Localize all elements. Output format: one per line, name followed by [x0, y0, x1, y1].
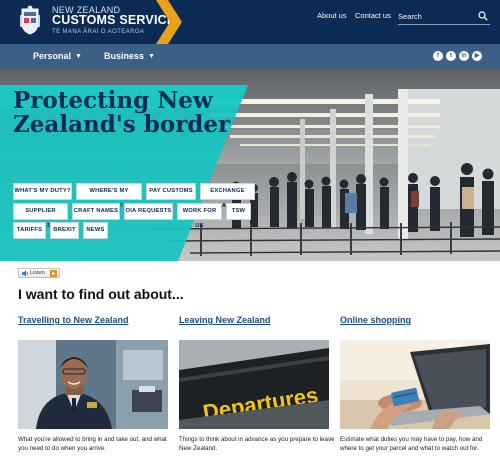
quick-link-oia-requests[interactable]: OIA REQUESTS	[124, 203, 173, 220]
quick-link-supplier-codes[interactable]: SUPPLIER CODES	[13, 203, 68, 229]
chevron-down-icon: ▼	[148, 53, 155, 60]
nz-coat-of-arms-logo[interactable]	[18, 5, 42, 35]
quick-link-craft-names[interactable]: CRAFT NAMES	[72, 203, 120, 220]
site-header: NEW ZEALAND CUSTOMS SERVICE TE MANA ĀRAI…	[0, 0, 500, 44]
search-box[interactable]	[398, 9, 490, 25]
facebook-icon[interactable]: f	[433, 51, 443, 61]
card-description-travelling: What you're allowed to bring in and take…	[18, 436, 167, 452]
card-image-customs-officer[interactable]	[18, 340, 168, 429]
nav-business-label: Business	[104, 51, 145, 61]
listen-label: Listen	[30, 270, 45, 276]
main-nav: Personal ▼ Business ▼	[0, 44, 500, 69]
chevron-graphic	[156, 0, 182, 44]
chevron-down-icon: ▼	[75, 53, 82, 60]
about-us-link[interactable]: About us	[317, 11, 347, 20]
card-image-online-shopping[interactable]	[340, 340, 490, 429]
nav-personal[interactable]: Personal ▼	[33, 51, 82, 61]
nav-business[interactable]: Business ▼	[104, 51, 155, 61]
search-input[interactable]	[398, 9, 474, 23]
card-description-online-shopping: Estimate what duties you may have to pay…	[340, 436, 483, 452]
hero-banner: Protecting New Zealand's border WHAT'S M…	[0, 69, 500, 261]
play-icon	[50, 270, 57, 277]
search-icon[interactable]	[478, 11, 488, 21]
section-heading: I want to find out about...	[18, 286, 184, 302]
quick-link-tariffs[interactable]: TARIFFS	[13, 222, 46, 239]
quick-link-pay-customs[interactable]: PAY CUSTOMS	[146, 183, 196, 200]
quick-link-news[interactable]: NEWS	[83, 222, 108, 239]
quick-link-whats-my-duty[interactable]: WHAT'S MY DUTY?	[13, 183, 72, 200]
card-link-online-shopping[interactable]: Online shopping	[340, 315, 411, 325]
hero-title: Protecting New Zealand's border	[13, 87, 231, 138]
card-link-travelling[interactable]: Travelling to New Zealand	[18, 315, 129, 325]
nav-personal-label: Personal	[33, 51, 72, 61]
quick-link-tsw[interactable]: TSW	[226, 203, 251, 220]
twitter-icon[interactable]: t	[446, 51, 456, 61]
quick-link-work-for-us[interactable]: WORK FOR US	[177, 203, 222, 229]
quick-link-brexit[interactable]: BREXIT	[50, 222, 79, 239]
speaker-icon	[22, 270, 28, 277]
card-image-departures-sign[interactable]: Departures	[179, 340, 329, 429]
quick-link-exchange-rates[interactable]: EXCHANGE RATES	[200, 183, 255, 209]
contact-us-link[interactable]: Contact us	[355, 11, 391, 20]
card-link-leaving[interactable]: Leaving New Zealand	[179, 315, 271, 325]
listen-button[interactable]: Listen	[18, 268, 60, 278]
youtube-icon[interactable]: ▶	[472, 51, 482, 61]
linkedin-icon[interactable]: in	[459, 51, 469, 61]
card-description-leaving: Things to think about in advance as you …	[179, 436, 335, 452]
brand-maori-name: TE MANA ĀRAI O AOTEAROA	[52, 29, 145, 35]
quick-link-wheres-my-parcel[interactable]: WHERE'S MY PARCEL?	[76, 183, 142, 209]
